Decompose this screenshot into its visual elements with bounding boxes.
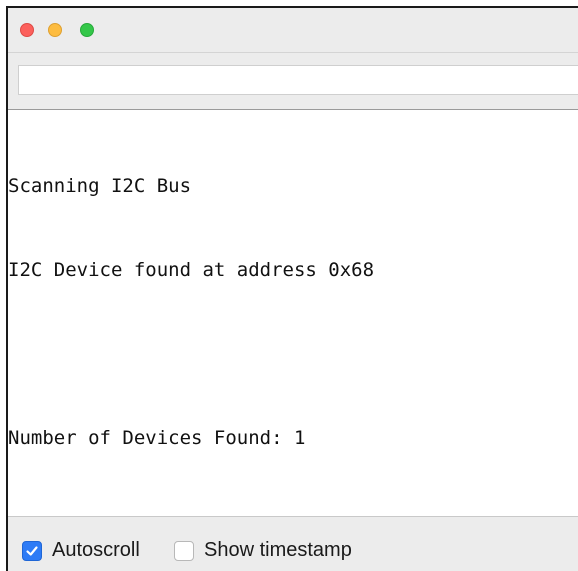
autoscroll-checkbox[interactable] (22, 540, 42, 561)
output-line: I2C Device found at address 0x68 (8, 259, 375, 281)
output-line: Scanning I2C Bus (8, 175, 192, 197)
serial-monitor-window: Scanning I2C Bus I2C Device found at add… (6, 6, 578, 571)
show-timestamp-label: Show timestamp (204, 539, 352, 561)
autoscroll-option[interactable]: Autoscroll (22, 539, 140, 562)
output-line: Number of Devices Found: 1 (8, 427, 306, 449)
send-bar (8, 53, 578, 110)
zoom-window-button[interactable] (80, 23, 94, 37)
checkmark-icon (26, 545, 38, 556)
close-window-button[interactable] (20, 23, 34, 37)
title-bar (8, 8, 578, 53)
autoscroll-label: Autoscroll (52, 539, 140, 561)
show-timestamp-checkbox[interactable] (174, 540, 194, 561)
show-timestamp-option[interactable]: Show timestamp (174, 539, 352, 562)
send-input[interactable] (18, 65, 578, 95)
serial-output[interactable]: Scanning I2C Bus I2C Device found at add… (8, 110, 578, 515)
minimize-window-button[interactable] (48, 23, 62, 37)
options-bar: Autoscroll Show timestamp (8, 516, 578, 571)
